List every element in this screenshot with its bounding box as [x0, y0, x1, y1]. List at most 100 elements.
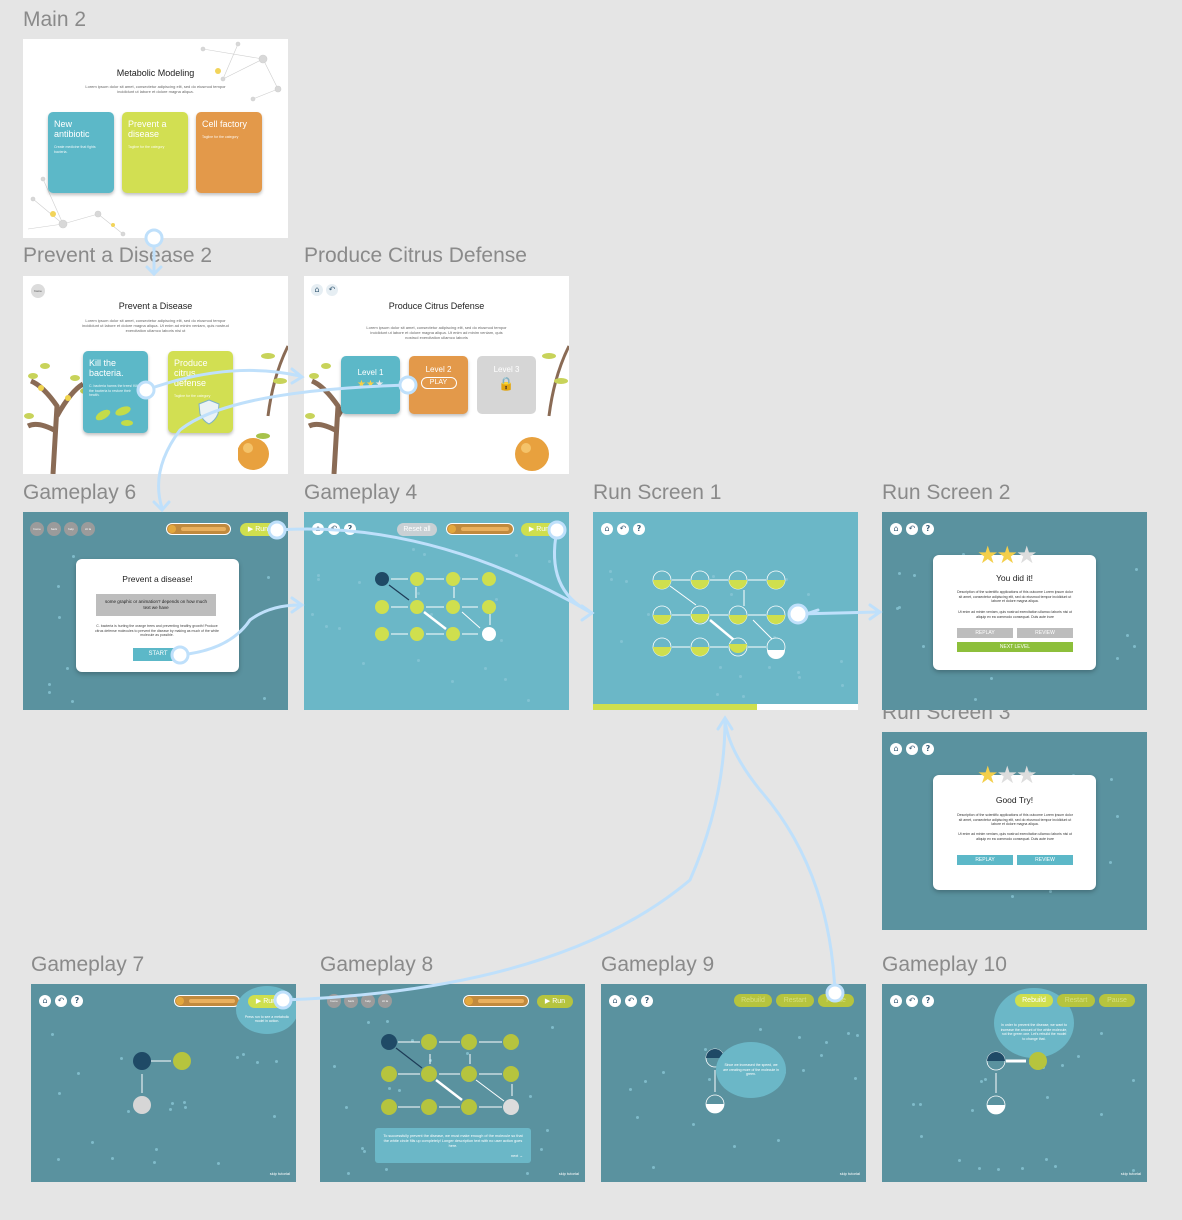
speed-slider[interactable]: [463, 995, 529, 1007]
help-button[interactable]: help: [361, 994, 375, 1008]
card-kill-the-bacteria[interactable]: Kill the bacteria. C. bacteria harms the…: [83, 351, 148, 433]
background-bubble: [56, 1157, 60, 1161]
skip-tutorial-link[interactable]: skip tutorial: [270, 1171, 290, 1176]
skip-tutorial-link[interactable]: skip tutorial: [559, 1171, 579, 1176]
back-button[interactable]: back: [344, 994, 358, 1008]
help-icon[interactable]: ?: [922, 995, 934, 1007]
help-button[interactable]: help: [64, 522, 78, 536]
pause-button[interactable]: Pause: [818, 994, 854, 1007]
background-bubble: [609, 570, 613, 574]
next-level-button[interactable]: NEXT LEVEL: [957, 642, 1073, 652]
back-icon[interactable]: ↶: [326, 284, 338, 296]
frame-gameplay-6[interactable]: home back help cit la ▶ Run Prevent a di…: [23, 512, 288, 710]
frame-label-run-screen-1[interactable]: Run Screen 1: [593, 481, 721, 505]
run-button[interactable]: ▶ Run: [521, 523, 557, 536]
home-icon[interactable]: ⌂: [609, 995, 621, 1007]
next-link[interactable]: next →: [511, 1154, 523, 1159]
help-icon[interactable]: ?: [641, 995, 653, 1007]
level-2-card[interactable]: Level 2 PLAY: [409, 356, 468, 414]
home-icon[interactable]: ⌂: [601, 523, 613, 535]
card-cell-factory[interactable]: Cell factory Tagline for the category: [196, 112, 262, 193]
pause-button[interactable]: Pause: [1099, 994, 1135, 1007]
frame-label-gameplay-6[interactable]: Gameplay 6: [23, 481, 136, 505]
background-bubble: [338, 626, 342, 630]
frame-prevent-a-disease-2[interactable]: home Prevent a Disease Lorem ipsum dolor…: [23, 276, 288, 474]
card-prevent-a-disease[interactable]: Prevent a disease Tagline for the catego…: [122, 112, 188, 193]
review-button[interactable]: REVIEW: [1017, 628, 1073, 638]
play-button[interactable]: PLAY: [420, 377, 457, 389]
help-icon[interactable]: ?: [922, 743, 934, 755]
replay-button[interactable]: REPLAY: [957, 628, 1013, 638]
frame-label-prevent-a-disease-2[interactable]: Prevent a Disease 2: [23, 244, 212, 268]
frame-label-gameplay-7[interactable]: Gameplay 7: [31, 953, 144, 977]
background-bubble: [802, 1068, 806, 1072]
home-icon[interactable]: ⌂: [890, 523, 902, 535]
replay-button[interactable]: REPLAY: [957, 855, 1013, 865]
run-button[interactable]: ▶ Run: [537, 995, 573, 1008]
background-bubble: [898, 571, 902, 575]
home-button[interactable]: home: [31, 284, 45, 298]
help-icon[interactable]: ?: [344, 523, 356, 535]
background-bubble: [742, 694, 746, 698]
frame-run-screen-2[interactable]: ⌂ ↶ ? ★★★ You did it! Description of the…: [882, 512, 1147, 710]
frame-gameplay-4[interactable]: ⌂ ↶ ? Reset all ▶ Run: [304, 512, 569, 710]
frame-gameplay-8[interactable]: home back help cit la ▶ Run To successfu…: [320, 984, 585, 1182]
frame-gameplay-10[interactable]: ⌂ ↶ ? In order to prevent the disease, w…: [882, 984, 1147, 1182]
home-icon[interactable]: ⌂: [39, 995, 51, 1007]
frame-label-gameplay-9[interactable]: Gameplay 9: [601, 953, 714, 977]
help-icon[interactable]: ?: [633, 523, 645, 535]
card-new-antibiotic[interactable]: New antibiotic Create medicine that figh…: [48, 112, 114, 193]
run-button[interactable]: ▶ Run: [240, 523, 276, 536]
skip-tutorial-link[interactable]: skip tutorial: [1121, 1171, 1141, 1176]
home-button[interactable]: home: [327, 994, 341, 1008]
back-icon[interactable]: ↶: [906, 995, 918, 1007]
home-button[interactable]: home: [30, 522, 44, 536]
frame-label-gameplay-10[interactable]: Gameplay 10: [882, 953, 1007, 977]
frame-main-2[interactable]: Metabolic Modeling Lorem ipsum dolor sit…: [23, 39, 288, 238]
back-icon[interactable]: ↶: [906, 523, 918, 535]
frame-label-produce-citrus-defense[interactable]: Produce Citrus Defense: [304, 244, 527, 268]
background-bubble: [652, 1165, 656, 1169]
frame-label-gameplay-8[interactable]: Gameplay 8: [320, 953, 433, 977]
frame-run-screen-3[interactable]: ⌂ ↶ ? ★★★ Good Try! Description of the s…: [882, 732, 1147, 930]
frame-produce-citrus-defense[interactable]: ⌂ ↶ Produce Citrus Defense Lorem ipsum d…: [304, 276, 569, 474]
run-button[interactable]: ▶ Run: [248, 995, 284, 1008]
frame-label-run-screen-2[interactable]: Run Screen 2: [882, 481, 1010, 505]
tutorial-bubble: Since we increased the speed, we are cre…: [716, 1042, 786, 1098]
help-icon[interactable]: ?: [71, 995, 83, 1007]
speed-slider[interactable]: [166, 523, 231, 535]
back-icon[interactable]: ↶: [625, 995, 637, 1007]
level-1-card[interactable]: Level 1 ★★★: [341, 356, 400, 414]
back-icon[interactable]: ↶: [55, 995, 67, 1007]
help-icon[interactable]: ?: [922, 523, 934, 535]
background-bubble: [311, 613, 315, 617]
frame-run-screen-1[interactable]: ⌂ ↶ ?: [593, 512, 858, 710]
home-icon[interactable]: ⌂: [890, 995, 902, 1007]
back-icon[interactable]: ↶: [617, 523, 629, 535]
restart-button[interactable]: Restart: [776, 994, 814, 1007]
speed-slider[interactable]: [174, 995, 240, 1007]
frame-label-main-2[interactable]: Main 2: [23, 8, 86, 32]
skip-tutorial-link[interactable]: skip tutorial: [840, 1171, 860, 1176]
home-icon[interactable]: ⌂: [890, 743, 902, 755]
citrus-button[interactable]: cit la: [378, 994, 392, 1008]
reset-all-button[interactable]: Reset all: [397, 523, 437, 536]
rebuild-button[interactable]: Rebuild: [734, 994, 772, 1007]
frame-label-gameplay-4[interactable]: Gameplay 4: [304, 481, 417, 505]
review-button[interactable]: REVIEW: [1017, 855, 1073, 865]
frame-gameplay-7[interactable]: ⌂ ↶ ? Press run to see a metabolic model…: [31, 984, 296, 1182]
rebuild-button[interactable]: Rebuild: [1015, 994, 1053, 1007]
frame-gameplay-9[interactable]: ⌂ ↶ ? Rebuild Restart Pause Since we inc…: [601, 984, 866, 1182]
background-bubble: [362, 1149, 366, 1153]
back-button[interactable]: back: [47, 522, 61, 536]
citrus-button[interactable]: cit la: [81, 522, 95, 536]
home-icon[interactable]: ⌂: [312, 523, 324, 535]
back-icon[interactable]: ↶: [328, 523, 340, 535]
home-icon[interactable]: ⌂: [311, 284, 323, 296]
back-icon[interactable]: ↶: [906, 743, 918, 755]
speed-slider[interactable]: [446, 523, 514, 535]
card-produce-citrus-defense[interactable]: Produce citrus defense Tagline for the c…: [168, 351, 233, 433]
start-button[interactable]: START: [133, 648, 183, 661]
restart-button[interactable]: Restart: [1057, 994, 1095, 1007]
background-bubble: [546, 1129, 550, 1133]
